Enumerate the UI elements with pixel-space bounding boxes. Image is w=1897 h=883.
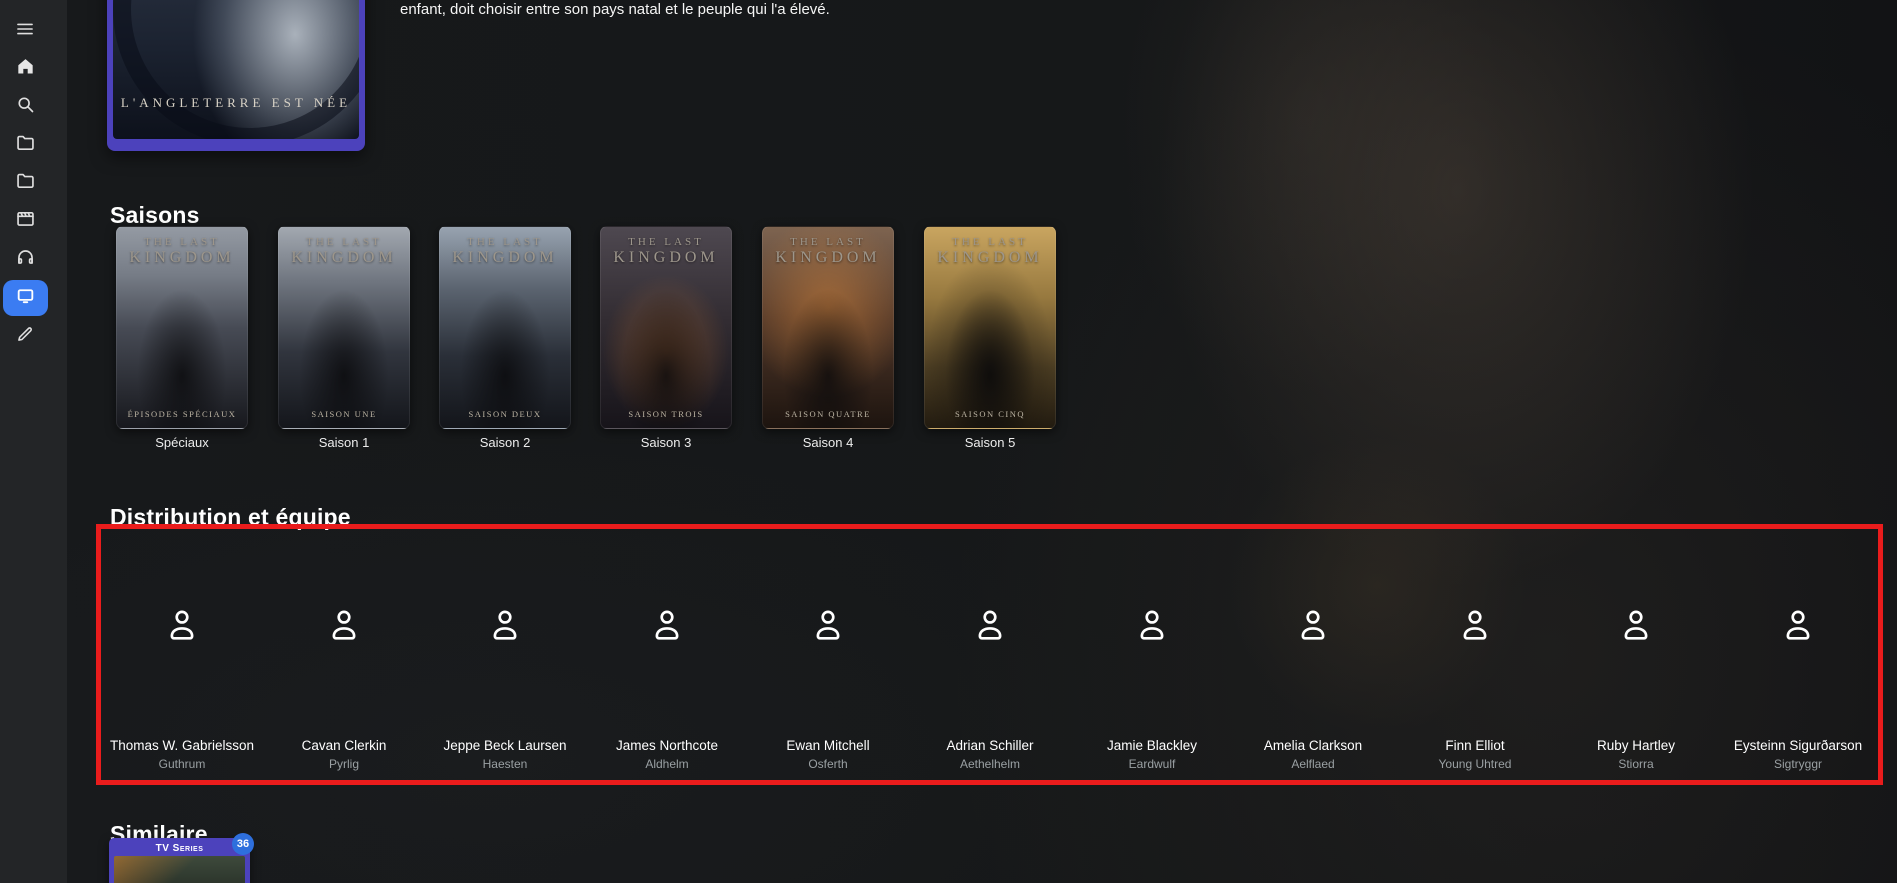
poster-caption: SAISON TROIS <box>628 409 704 419</box>
cast-role: Haesten <box>482 757 528 771</box>
cast-name: Thomas W. Gabrielsson <box>109 738 255 753</box>
person-icon <box>1460 608 1490 644</box>
sidebar-item-movies[interactable] <box>0 203 50 239</box>
cast-name: Ruby Hartley <box>1596 738 1676 753</box>
cast-name: Jeppe Beck Laursen <box>443 738 567 753</box>
person-icon <box>1783 608 1813 644</box>
sidebar-item-library-1[interactable] <box>0 127 50 163</box>
cast-role: Sigtryggr <box>1773 757 1823 771</box>
person-icon <box>652 608 682 644</box>
similar-item-artwork <box>114 856 245 883</box>
cast-section-title: Distribution et équipe <box>110 504 351 531</box>
cast-card[interactable]: Adrian Schiller Aethelhelm <box>924 540 1056 776</box>
cast-name: Adrian Schiller <box>946 738 1034 753</box>
headphones-icon <box>15 246 36 272</box>
unplayed-count-badge: 36 <box>232 833 254 855</box>
cast-role: Young Uhtred <box>1438 757 1512 771</box>
cast-name: Finn Elliot <box>1445 738 1505 753</box>
season-card-3[interactable]: THE LAST KINGDOM SAISON TROIS <box>600 226 732 429</box>
cast-name: Jamie Blackley <box>1106 738 1198 753</box>
cast-role: Aethelhelm <box>959 757 1021 771</box>
poster-caption: SAISON UNE <box>311 409 377 419</box>
sidebar-item-music[interactable] <box>0 241 50 277</box>
cast-role: Aelflaed <box>1291 757 1335 771</box>
cover-tagline: L'ANGLETERRE EST NÉE <box>120 95 352 110</box>
cast-card[interactable]: Ewan Mitchell Osferth <box>762 540 894 776</box>
sidebar-item-tv-shows[interactable] <box>0 280 50 316</box>
home-icon <box>15 56 36 82</box>
cast-role: Aldhelm <box>645 757 689 771</box>
series-overview-text: enfant, doit choisir entre son pays nata… <box>400 1 830 18</box>
cast-card[interactable]: James Northcote Aldhelm <box>601 540 733 776</box>
person-icon <box>167 608 197 644</box>
poster-title: THE LAST KINGDOM <box>775 236 881 266</box>
cast-card[interactable]: Eysteinn Sigurðarson Sigtryggr <box>1732 540 1864 776</box>
similar-item-card[interactable]: 36 TV Series <box>109 833 254 883</box>
search-icon <box>15 94 36 120</box>
sidebar-item-edit-metadata[interactable] <box>0 318 50 354</box>
poster-title: THE LAST KINGDOM <box>452 236 558 266</box>
poster-title: THE LAST KINGDOM <box>937 236 1043 266</box>
cast-name: Eysteinn Sigurðarson <box>1733 738 1863 753</box>
cast-role: Guthrum <box>158 757 206 771</box>
poster-caption: SAISON DEUX <box>468 409 542 419</box>
season-card-specials[interactable]: THE LAST KINGDOM ÉPISODES SPÉCIAUX <box>116 226 248 429</box>
season-label[interactable]: Spéciaux <box>116 435 248 450</box>
movies-icon <box>15 208 36 234</box>
pencil-icon <box>15 324 35 349</box>
poster-title: THE LAST KINGDOM <box>291 236 397 266</box>
cast-card[interactable]: Jamie Blackley Eardwulf <box>1086 540 1218 776</box>
cast-role: Osferth <box>808 757 848 771</box>
cast-name: Cavan Clerkin <box>301 738 387 753</box>
cast-card[interactable]: Jeppe Beck Laursen Haesten <box>439 540 571 776</box>
cast-name: James Northcote <box>615 738 719 753</box>
season-card-2[interactable]: THE LAST KINGDOM SAISON DEUX <box>439 226 571 429</box>
season-card-4[interactable]: THE LAST KINGDOM SAISON QUATRE <box>762 226 894 429</box>
season-label[interactable]: Saison 4 <box>762 435 894 450</box>
season-card-5[interactable]: THE LAST KINGDOM SAISON CINQ <box>924 226 1056 429</box>
cast-role: Eardwulf <box>1128 757 1176 771</box>
series-dvd-cover[interactable]: L'ANGLETERRE EST NÉE <box>107 0 365 151</box>
cast-card[interactable]: Thomas W. Gabrielsson Guthrum <box>110 540 254 776</box>
season-card-1[interactable]: THE LAST KINGDOM SAISON UNE <box>278 226 410 429</box>
sidebar-item-library-2[interactable] <box>0 165 50 201</box>
cast-role: Stiorra <box>1618 757 1654 771</box>
person-icon <box>490 608 520 644</box>
cast-card[interactable]: Amelia Clarkson Aelflaed <box>1247 540 1379 776</box>
menu-icon <box>15 19 35 44</box>
series-detail-page: L'ANGLETERRE EST NÉE enfant, doit choisi… <box>0 0 1897 883</box>
person-icon <box>1621 608 1651 644</box>
cover-artwork: L'ANGLETERRE EST NÉE <box>113 0 359 139</box>
shield-ring-graphic <box>113 0 359 139</box>
tv-icon <box>15 285 36 311</box>
sidebar-item-menu[interactable] <box>0 13 50 49</box>
folder-icon <box>15 170 36 196</box>
sidebar-item-home[interactable] <box>0 51 50 87</box>
cast-card[interactable]: Cavan Clerkin Pyrlig <box>278 540 410 776</box>
poster-title: THE LAST KINGDOM <box>613 236 719 266</box>
cast-card[interactable]: Ruby Hartley Stiorra <box>1570 540 1702 776</box>
cast-name: Amelia Clarkson <box>1263 738 1363 753</box>
cast-role: Pyrlig <box>328 757 359 771</box>
person-icon <box>1298 608 1328 644</box>
poster-caption: SAISON QUATRE <box>785 409 871 419</box>
poster-caption: SAISON CINQ <box>954 409 1026 419</box>
sidebar-item-search[interactable] <box>0 89 50 125</box>
poster-title: THE LAST KINGDOM <box>129 236 235 266</box>
folder-icon <box>15 132 36 158</box>
season-label[interactable]: Saison 2 <box>439 435 571 450</box>
season-label[interactable]: Saison 5 <box>924 435 1056 450</box>
person-icon <box>1137 608 1167 644</box>
season-label[interactable]: Saison 3 <box>600 435 732 450</box>
season-label[interactable]: Saison 1 <box>278 435 410 450</box>
cast-name: Ewan Mitchell <box>786 738 870 753</box>
case-type-label: TV Series <box>155 843 204 854</box>
sidebar <box>0 0 67 883</box>
poster-caption: ÉPISODES SPÉCIAUX <box>127 409 237 419</box>
person-icon <box>329 608 359 644</box>
person-icon <box>813 608 843 644</box>
person-icon <box>975 608 1005 644</box>
cast-card[interactable]: Finn Elliot Young Uhtred <box>1409 540 1541 776</box>
